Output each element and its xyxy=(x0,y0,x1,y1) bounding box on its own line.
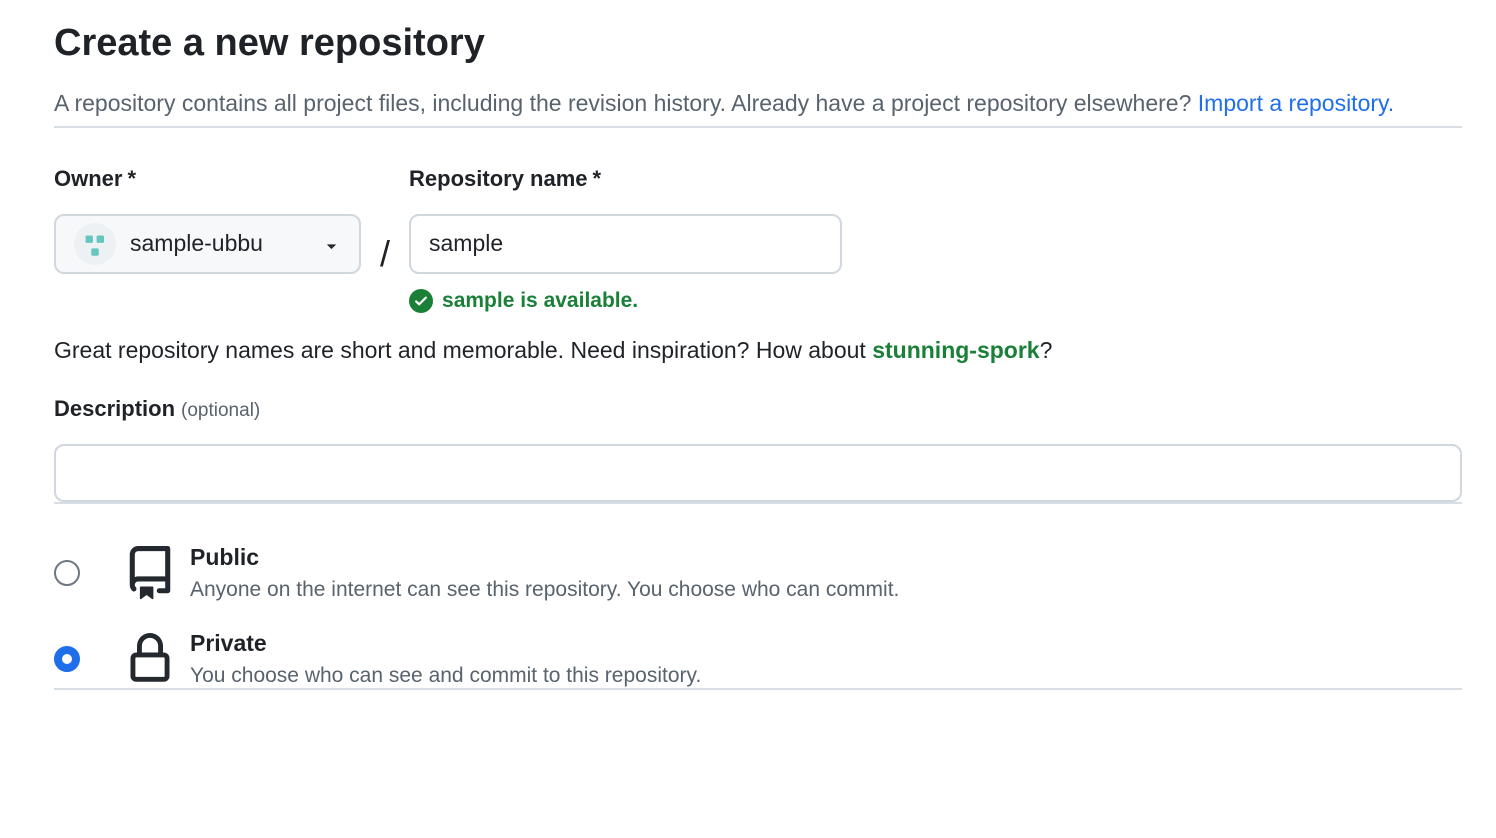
public-option-label: Public xyxy=(190,544,899,571)
owner-avatar xyxy=(74,223,116,265)
page-subtitle: A repository contains all project files,… xyxy=(54,81,1462,126)
optional-note: (optional) xyxy=(181,400,260,421)
public-radio[interactable] xyxy=(54,560,80,586)
owner-field: Owner* sample-ubbu xyxy=(54,166,361,274)
subtitle-text: A repository contains all project files,… xyxy=(54,90,1191,116)
suggested-name-link[interactable]: stunning-spork xyxy=(872,337,1039,363)
owner-repo-separator: / xyxy=(380,166,390,284)
import-repository-link[interactable]: Import a repository. xyxy=(1198,90,1394,116)
repository-name-field: Repository name* sample is available. xyxy=(409,166,842,313)
description-label: Description(optional) xyxy=(54,396,260,421)
required-asterisk: * xyxy=(127,166,136,191)
repo-book-icon xyxy=(122,546,178,600)
visibility-option-public: Public Anyone on the internet can see th… xyxy=(54,544,1462,602)
owner-label: Owner* xyxy=(54,166,361,192)
owner-selected-value: sample-ubbu xyxy=(130,230,263,257)
page-title: Create a new repository xyxy=(54,22,1462,65)
section-divider xyxy=(54,688,1462,690)
visibility-options: Public Anyone on the internet can see th… xyxy=(54,544,1462,688)
chevron-down-icon xyxy=(322,234,341,253)
availability-message: sample is available. xyxy=(409,289,842,313)
private-option-label: Private xyxy=(190,630,701,657)
private-option-text: Private You choose who can see and commi… xyxy=(190,630,701,688)
description-input[interactable] xyxy=(54,444,1462,502)
name-suggestion: Great repository names are short and mem… xyxy=(54,337,1462,364)
suggestion-text-after: ? xyxy=(1040,337,1053,363)
repository-name-label: Repository name* xyxy=(409,166,842,192)
check-circle-icon xyxy=(409,289,433,313)
availability-text: sample is available. xyxy=(442,289,638,313)
required-asterisk: * xyxy=(593,166,602,191)
description-field: Description(optional) xyxy=(54,396,1462,502)
owner-repo-row: Owner* sample-ubbu / xyxy=(54,166,1462,313)
private-radio[interactable] xyxy=(54,646,80,672)
private-option-description: You choose who can see and commit to thi… xyxy=(190,664,701,688)
public-option-description: Anyone on the internet can see this repo… xyxy=(190,578,899,602)
visibility-option-private: Private You choose who can see and commi… xyxy=(54,630,1462,688)
suggestion-text-before: Great repository names are short and mem… xyxy=(54,337,872,363)
section-divider xyxy=(54,126,1462,128)
lock-icon xyxy=(122,633,178,685)
owner-select-button[interactable]: sample-ubbu xyxy=(54,214,361,274)
public-option-text: Public Anyone on the internet can see th… xyxy=(190,544,899,602)
repository-name-input[interactable] xyxy=(409,214,842,274)
create-repository-page: Create a new repository A repository con… xyxy=(0,0,1496,690)
section-divider xyxy=(54,502,1462,504)
